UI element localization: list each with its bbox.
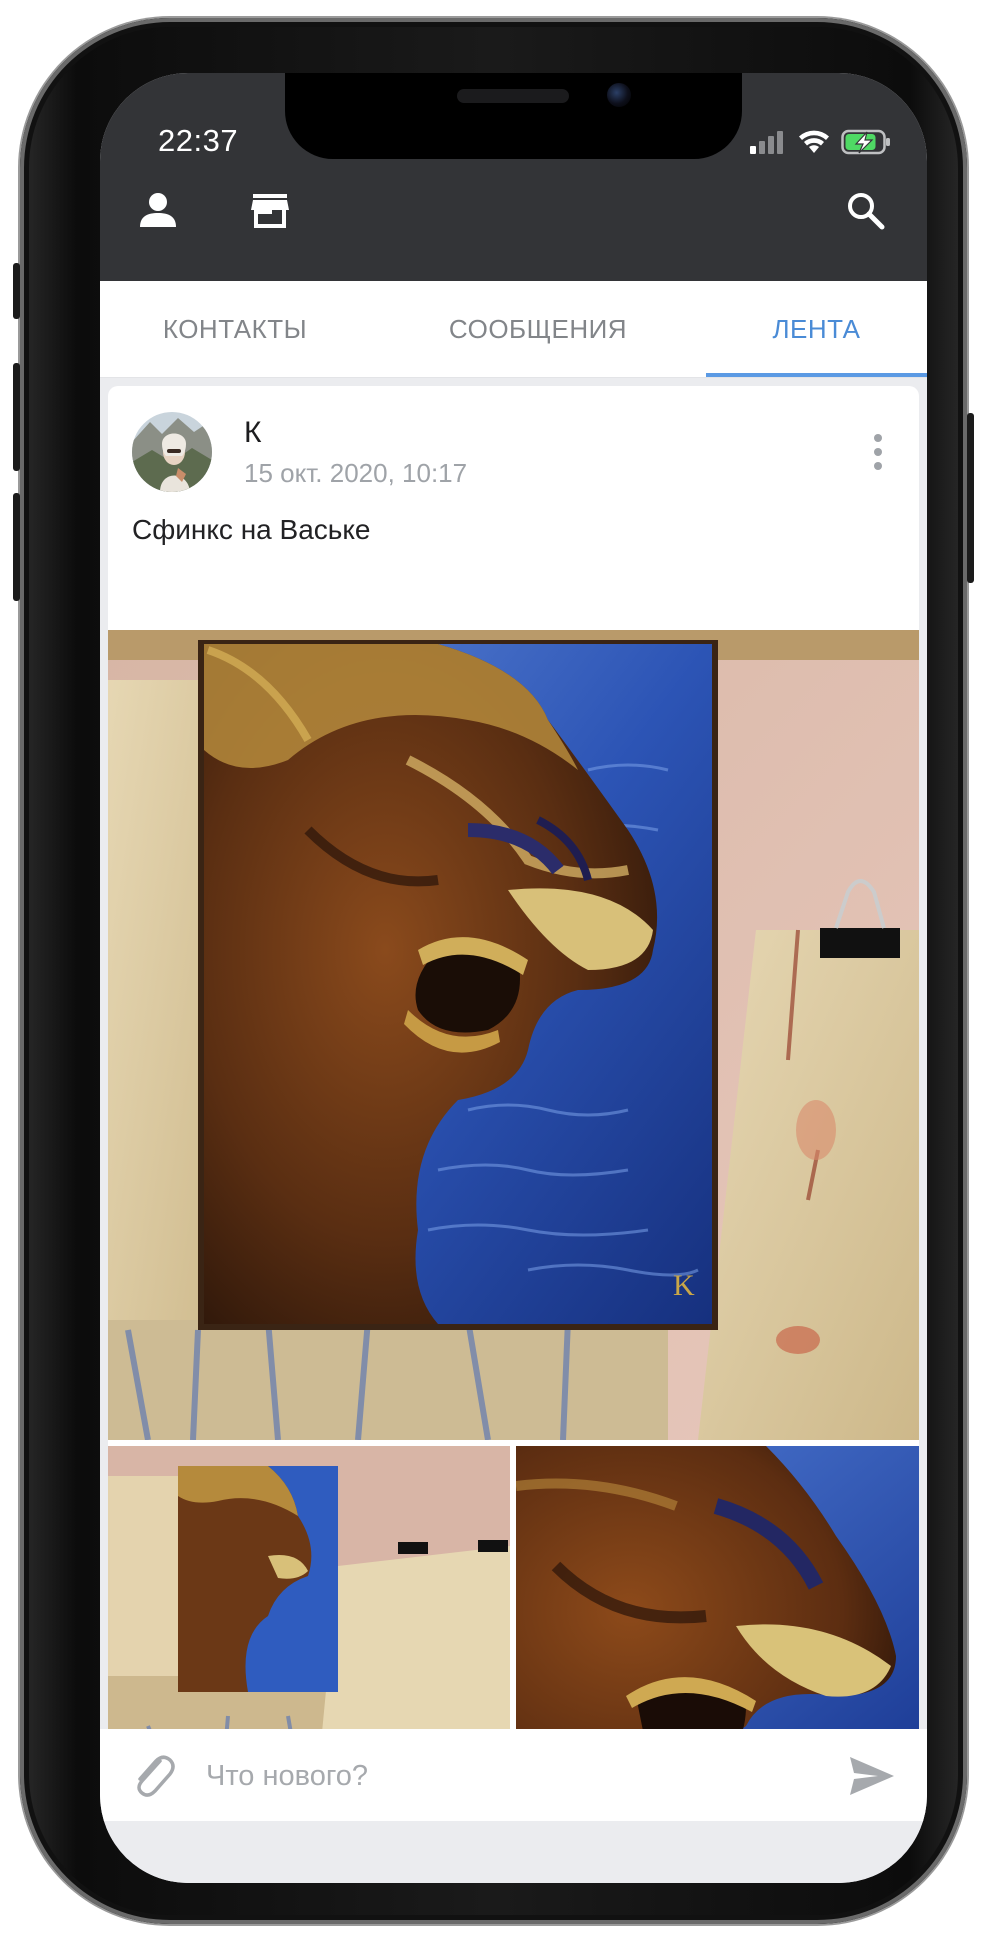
- active-tab-indicator: [706, 373, 927, 377]
- search-icon[interactable]: [844, 189, 888, 233]
- post-composer: [100, 1729, 927, 1821]
- battery-charging-icon: [841, 129, 890, 155]
- send-icon[interactable]: [848, 1755, 896, 1797]
- store-icon[interactable]: [248, 189, 292, 233]
- person-icon[interactable]: [136, 189, 180, 233]
- power-button: [967, 413, 974, 583]
- tab-bar: КОНТАКТЫ СООБЩЕНИЯ ЛЕНТА: [100, 281, 927, 378]
- page-background: [100, 1821, 927, 1883]
- phone-frame: 22:37 КОНТАКТЫ СООБЩЕНИЯ ЛЕНТА К 15 окт.…: [13, 18, 974, 1924]
- tab-feed[interactable]: ЛЕНТА: [706, 281, 927, 377]
- app-header: 22:37: [100, 73, 927, 281]
- post-text: Сфинкс на Ваське: [132, 514, 371, 545]
- front-camera: [607, 83, 631, 107]
- svg-text:K: K: [673, 1269, 695, 1302]
- volume-down-button: [13, 493, 20, 601]
- wifi-icon: [799, 130, 829, 153]
- cellular-signal-icon: [750, 131, 783, 154]
- avatar[interactable]: [132, 412, 212, 492]
- post-photo-main[interactable]: K: [108, 630, 919, 1440]
- paperclip-icon[interactable]: [130, 1751, 176, 1799]
- post-card: К 15 окт. 2020, 10:17 Сфинкс на Ваське K: [108, 386, 919, 1774]
- volume-up-button: [13, 363, 20, 471]
- tab-contacts[interactable]: КОНТАКТЫ: [100, 281, 370, 377]
- phone-screen: 22:37 КОНТАКТЫ СООБЩЕНИЯ ЛЕНТА К 15 окт.…: [100, 73, 927, 1883]
- status-icons: [749, 129, 891, 155]
- new-post-input[interactable]: [204, 1751, 788, 1801]
- device-notch: [285, 73, 742, 159]
- post-date: 15 окт. 2020, 10:17: [244, 458, 468, 488]
- post-photo-2[interactable]: [108, 1446, 510, 1774]
- tab-messages[interactable]: СООБЩЕНИЯ: [370, 281, 706, 377]
- post-photo-3[interactable]: [516, 1446, 919, 1774]
- status-time: 22:37: [158, 123, 239, 158]
- earpiece-speaker: [457, 89, 569, 103]
- more-options-icon[interactable]: [872, 432, 884, 472]
- mute-switch: [13, 263, 20, 319]
- post-author[interactable]: К: [244, 416, 261, 450]
